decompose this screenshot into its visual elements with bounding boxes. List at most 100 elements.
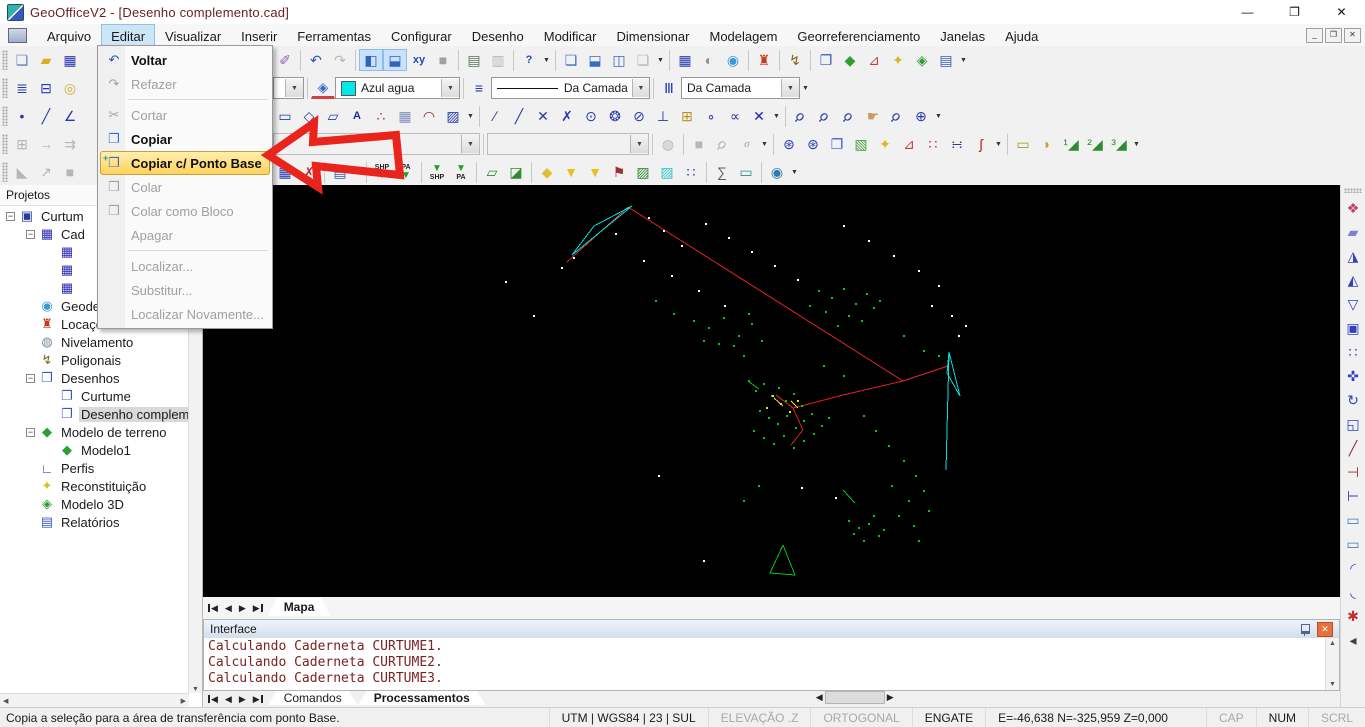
break-at-point-button[interactable]: ▭ — [1342, 532, 1364, 556]
corner-tool-button[interactable]: ◣ — [10, 161, 34, 183]
menu-item-voltar[interactable]: ↶Voltar — [100, 48, 270, 72]
menu-item-localizar[interactable]: Localizar... — [100, 254, 270, 278]
stop-button[interactable]: ■ — [431, 49, 455, 71]
menu-georreferenciamento[interactable]: Georreferenciamento — [787, 24, 930, 48]
grid-points-button[interactable]: ∷ — [679, 161, 703, 183]
break-button[interactable]: ▭ — [1342, 508, 1364, 532]
scale-button[interactable]: ◱ — [1342, 412, 1364, 436]
add-to-list-button[interactable]: ⊞ — [10, 133, 34, 155]
hatch-cyan-button[interactable]: ▨ — [655, 161, 679, 183]
modelo-3d-button[interactable]: ◈ — [910, 49, 934, 71]
tree-item-relat-rios[interactable]: ▤Relatórios — [0, 513, 189, 531]
calc-overflow-caret-icon[interactable]: ▼ — [759, 133, 770, 155]
eraser-button[interactable]: ▰ — [1342, 220, 1364, 244]
snap-perpendicular-button[interactable]: ⊥ — [651, 105, 675, 127]
tab-comandos[interactable]: Comandos — [268, 691, 358, 705]
layer-combo-dropdown-icon[interactable]: ▼ — [285, 79, 303, 97]
rotate-button[interactable]: ↻ — [1342, 388, 1364, 412]
snap-nearest-button[interactable]: ∝ — [723, 105, 747, 127]
menu-configurar[interactable]: Configurar — [381, 24, 462, 48]
menu-arquivo[interactable]: Arquivo — [37, 24, 101, 48]
terrain-3-button[interactable]: ³◢ — [1107, 133, 1131, 155]
filter-edit-button[interactable]: ▼ — [583, 161, 607, 183]
tree-item-modelo1[interactable]: ◆Modelo1 — [0, 441, 189, 459]
tree-expander-icon[interactable]: − — [26, 428, 35, 437]
close-button[interactable]: ✕ — [1318, 0, 1365, 24]
tree-expander-icon[interactable]: − — [6, 212, 15, 221]
process-points-button[interactable]: ⊛ — [777, 133, 801, 155]
draw-polyline-button[interactable]: ∠ — [58, 105, 82, 127]
next-console-tab-button[interactable]: ▶ — [239, 694, 246, 705]
status-cap-toggle[interactable]: CAP — [1206, 708, 1256, 727]
scroll-down-icon[interactable]: ▼ — [192, 686, 199, 693]
toolbar-grip[interactable] — [2, 134, 8, 154]
caderneta-button[interactable]: ▦ — [673, 49, 697, 71]
nivelamento-button[interactable]: ◐ — [697, 49, 721, 71]
prev-map-tab-button[interactable]: ◀ — [225, 603, 232, 614]
reconstituicao-tool-button[interactable]: ✦ — [873, 133, 897, 155]
open-file-button[interactable]: ▰ — [34, 49, 58, 71]
restore-button[interactable]: ❐ — [1271, 0, 1318, 24]
properties-overflow-caret-icon[interactable]: ▼ — [800, 77, 811, 99]
copy-move-button[interactable]: ◮ — [1342, 244, 1364, 268]
menu-dimensionar[interactable]: Dimensionar — [607, 24, 700, 48]
menu-desenho[interactable]: Desenho — [462, 24, 534, 48]
slope-lines-button[interactable]: ↗ — [34, 161, 58, 183]
tab-mapa[interactable]: Mapa — [268, 598, 331, 616]
status-num-toggle[interactable]: NUM — [1256, 708, 1308, 727]
export-pa-button[interactable]: ▼PA — [449, 161, 473, 183]
menu-item-apagar[interactable]: Apagar — [100, 223, 270, 247]
status-ortogonal-toggle[interactable]: ORTOGONAL — [810, 708, 911, 727]
toolbar-grip[interactable] — [2, 162, 8, 182]
pan-button[interactable]: ☛ — [861, 105, 885, 127]
status-scrl-toggle[interactable]: SCRL — [1308, 708, 1365, 727]
locacoes-button[interactable]: ♜ — [752, 49, 776, 71]
solid-tool-button[interactable]: ■ — [58, 161, 82, 183]
trim-button[interactable]: ⊣ — [1342, 460, 1364, 484]
draw-rectangle-button[interactable]: ▭ — [273, 105, 297, 127]
tag-button[interactable]: ◆ — [535, 161, 559, 183]
modules-dropdown-caret-icon[interactable]: ▼ — [958, 49, 969, 71]
lineweight-combo-dropdown-icon[interactable]: ▼ — [781, 79, 799, 97]
status-elevacao-toggle[interactable]: ELEVAÇÃO .Z — [708, 708, 811, 727]
scroll-right-icon[interactable]: ▶ — [181, 697, 186, 705]
menu-ferramentas[interactable]: Ferramentas — [287, 24, 381, 48]
auto-hide-pin-icon[interactable] — [1301, 624, 1310, 634]
curve-tool-button[interactable]: ʃ — [969, 133, 993, 155]
stretch-button[interactable]: ▽ — [1342, 292, 1364, 316]
tree-item-perfis[interactable]: ∟Perfis — [0, 459, 189, 477]
scroll-up-icon[interactable]: ▲ — [1329, 640, 1336, 647]
layers-button[interactable]: ⊟ — [34, 77, 58, 99]
lineweight-button[interactable]: Ⅲ — [657, 77, 681, 99]
tree-item-curtume[interactable]: ❐Curtume — [0, 387, 189, 405]
scroll-right-icon[interactable]: ▶ — [887, 692, 894, 703]
menu-item-cortar[interactable]: ✂Cortar — [100, 103, 270, 127]
inspect-button[interactable]: ϙ — [711, 133, 735, 155]
menu-item-localizar-novamente[interactable]: Localizar Novamente... — [100, 302, 270, 326]
ruler-button[interactable]: ▭ — [1011, 133, 1035, 155]
export-points-button[interactable]: ∺ — [945, 133, 969, 155]
help-button[interactable]: ? — [517, 49, 541, 71]
menu-item-copiar-c-ponto-base[interactable]: ❐+Copiar c/ Ponto Base — [100, 151, 270, 175]
snap-intersection-button[interactable]: ✕ — [531, 105, 555, 127]
snap-overflow-caret-icon[interactable]: ▼ — [771, 105, 782, 127]
properties-edit-button[interactable]: ❖ — [1342, 196, 1364, 220]
new-file-button[interactable]: ❏ — [10, 49, 34, 71]
panel-bottom-toggle[interactable]: ⬓ — [383, 49, 407, 71]
save-table-button[interactable]: ▦ — [273, 161, 297, 183]
modelo-terreno-button[interactable]: ◆ — [838, 49, 862, 71]
prev-console-tab-button[interactable]: ◀ — [225, 694, 232, 705]
terrain-2-button[interactable]: ²◢ — [1083, 133, 1107, 155]
windows-dropdown-caret-icon[interactable]: ▼ — [655, 49, 666, 71]
minimize-button[interactable]: — — [1224, 0, 1271, 24]
legend-frame-button[interactable]: ▭ — [734, 161, 758, 183]
tree-item-nivelamento[interactable]: ◍Nivelamento — [0, 333, 189, 351]
mdi-minimize-button[interactable]: _ — [1306, 28, 1323, 43]
perfis-button[interactable]: ⊿ — [862, 49, 886, 71]
selection-combo-2-dropdown-icon[interactable]: ▼ — [630, 135, 648, 153]
snap-insertion-button[interactable]: ⊞ — [675, 105, 699, 127]
mirror-button[interactable]: ◭ — [1342, 268, 1364, 292]
import-points-button[interactable]: ∷ — [921, 133, 945, 155]
tab-processamentos[interactable]: Processamentos — [358, 691, 486, 705]
snap-tangent-button[interactable]: ⊘ — [627, 105, 651, 127]
